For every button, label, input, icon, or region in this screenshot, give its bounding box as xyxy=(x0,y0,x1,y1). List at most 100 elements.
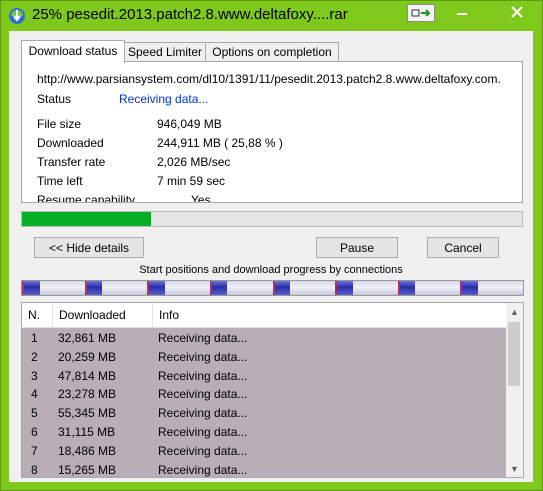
download-progress-bar xyxy=(21,211,523,227)
connection-progress xyxy=(22,281,40,295)
file-size-value: 946,049 MB xyxy=(157,117,222,131)
connection-start-marker xyxy=(335,281,338,295)
connection-progress xyxy=(335,281,353,295)
resume-value: Yes xyxy=(191,193,211,203)
row-number: 8 xyxy=(31,462,38,477)
download-window: 25% pesedit.2013.patch2.8.www.deltafoxy.… xyxy=(0,0,543,491)
connection-start-marker xyxy=(22,281,24,295)
row-downloaded: 20,259 MB xyxy=(58,349,117,364)
connection-start-marker xyxy=(147,281,150,295)
transfer-rate-row: Transfer rate 2,026 MB/sec xyxy=(37,155,517,171)
connection-progress xyxy=(84,281,103,295)
close-button[interactable] xyxy=(497,2,537,22)
row-info: Receiving data... xyxy=(158,387,248,402)
connection-start-marker xyxy=(209,281,212,295)
row-downloaded: 23,278 MB xyxy=(58,387,117,402)
table-row[interactable]: 3 47,814 MB Receiving data... xyxy=(22,366,506,385)
file-size-row: File size 946,049 MB xyxy=(37,117,517,133)
table-row[interactable]: 7 18,486 MB Receiving data... xyxy=(22,441,506,460)
row-downloaded: 47,814 MB xyxy=(58,368,117,383)
row-downloaded: 18,486 MB xyxy=(58,443,117,458)
progress-fill xyxy=(22,212,152,226)
scroll-up-icon[interactable]: ▲ xyxy=(506,303,523,320)
connections-list[interactable]: N. Downloaded Info 1 32,861 MB Receiving d… xyxy=(21,302,524,478)
status-label: Status xyxy=(37,92,72,106)
vertical-scrollbar[interactable]: ▲ ▼ xyxy=(506,303,523,477)
downloaded-value: 244,911 MB ( 25,88 % ) xyxy=(157,136,283,150)
row-downloaded: 31,115 MB xyxy=(58,424,116,439)
row-number: 6 xyxy=(31,424,38,439)
download-status-panel: http://www.parsiansystem.com/dl10/1391/1… xyxy=(21,61,523,203)
table-row[interactable]: 6 31,115 MB Receiving data... xyxy=(22,422,506,441)
tab-options-on-completion[interactable]: Options on completion xyxy=(205,42,339,62)
connection-segment xyxy=(460,281,523,295)
connection-start-marker xyxy=(460,281,463,295)
resume-label: Resume capability xyxy=(37,193,136,203)
connection-progress xyxy=(460,281,478,295)
file-size-label: File size xyxy=(37,117,82,131)
idm-app-icon xyxy=(8,7,26,25)
time-left-value: 7 min 59 sec xyxy=(157,174,226,188)
row-number: 4 xyxy=(31,387,38,402)
restore-arrow-button[interactable] xyxy=(407,4,435,22)
connection-start-marker xyxy=(397,281,400,295)
downloaded-row: Downloaded 244,911 MB ( 25,88 % ) xyxy=(37,136,517,152)
connections-caption: Start positions and download progress by… xyxy=(139,264,403,276)
status-value: Receiving data... xyxy=(119,92,209,106)
list-header: N. Downloaded Info xyxy=(22,303,506,328)
connection-segment xyxy=(397,281,461,295)
tab-download-status[interactable]: Download status xyxy=(21,40,125,63)
restore-arrow-icon xyxy=(411,9,431,17)
row-number: 5 xyxy=(31,406,38,421)
connection-segment xyxy=(22,281,85,295)
title-bar[interactable]: 25% pesedit.2013.patch2.8.www.deltafoxy.… xyxy=(1,1,542,31)
row-info: Receiving data... xyxy=(158,331,248,345)
row-number: 7 xyxy=(31,443,38,458)
scroll-thumb[interactable] xyxy=(508,322,520,386)
row-number: 2 xyxy=(31,349,38,364)
scroll-down-icon[interactable]: ▼ xyxy=(506,460,523,477)
row-downloaded: 15,265 MB xyxy=(58,462,117,477)
row-info: Receiving data... xyxy=(158,406,248,421)
connection-progress xyxy=(397,281,416,295)
connection-progress xyxy=(272,281,291,295)
connection-start-marker xyxy=(84,281,87,295)
table-row[interactable]: 5 55,345 MB Receiving data... xyxy=(22,403,506,422)
minimize-icon xyxy=(457,13,467,15)
window-title: 25% pesedit.2013.patch2.8.www.deltafoxy.… xyxy=(32,6,348,23)
header-info[interactable]: Info xyxy=(153,303,506,327)
connection-segment xyxy=(272,281,336,295)
header-number[interactable]: N. xyxy=(22,303,53,327)
table-row[interactable]: 1 32,861 MB Receiving data... xyxy=(22,328,506,347)
row-info: Receiving data... xyxy=(158,443,248,458)
row-downloaded: 55,345 MB xyxy=(58,406,117,421)
table-row[interactable]: 2 20,259 MB Receiving data... xyxy=(22,347,506,366)
row-info: Receiving data... xyxy=(158,349,248,364)
row-number: 1 xyxy=(31,331,38,345)
downloaded-label: Downloaded xyxy=(37,136,104,150)
hide-details-button[interactable]: << Hide details xyxy=(34,237,144,258)
connection-segment xyxy=(147,281,210,295)
table-row[interactable]: 4 23,278 MB Receiving data... xyxy=(22,384,506,403)
row-info: Receiving data... xyxy=(158,368,248,383)
time-left-row: Time left 7 min 59 sec xyxy=(37,174,517,190)
resume-row: Resume capability Yes xyxy=(37,193,517,203)
close-icon xyxy=(511,6,523,18)
connection-segment xyxy=(84,281,148,295)
table-row[interactable]: 8 15,265 MB Receiving data... xyxy=(22,460,506,477)
row-info: Receiving data... xyxy=(158,462,248,477)
list-body: 1 32,861 MB Receiving data... 2 20,259 MB Rec… xyxy=(22,328,506,477)
transfer-rate-value: 2,026 MB/sec xyxy=(157,155,231,169)
connection-segment xyxy=(209,281,273,295)
connection-progress xyxy=(209,281,228,295)
tab-speed-limiter[interactable]: Speed Limiter xyxy=(123,42,207,62)
pause-button[interactable]: Pause xyxy=(316,237,398,258)
connection-start-marker xyxy=(272,281,275,295)
cancel-button[interactable]: Cancel xyxy=(427,237,499,258)
status-row: Status Receiving data... xyxy=(37,92,517,108)
connection-progress xyxy=(147,281,165,295)
header-downloaded[interactable]: Downloaded xyxy=(53,303,153,327)
time-left-label: Time left xyxy=(37,174,83,188)
row-info: Receiving data... xyxy=(158,424,248,439)
minimize-button[interactable] xyxy=(450,2,474,22)
